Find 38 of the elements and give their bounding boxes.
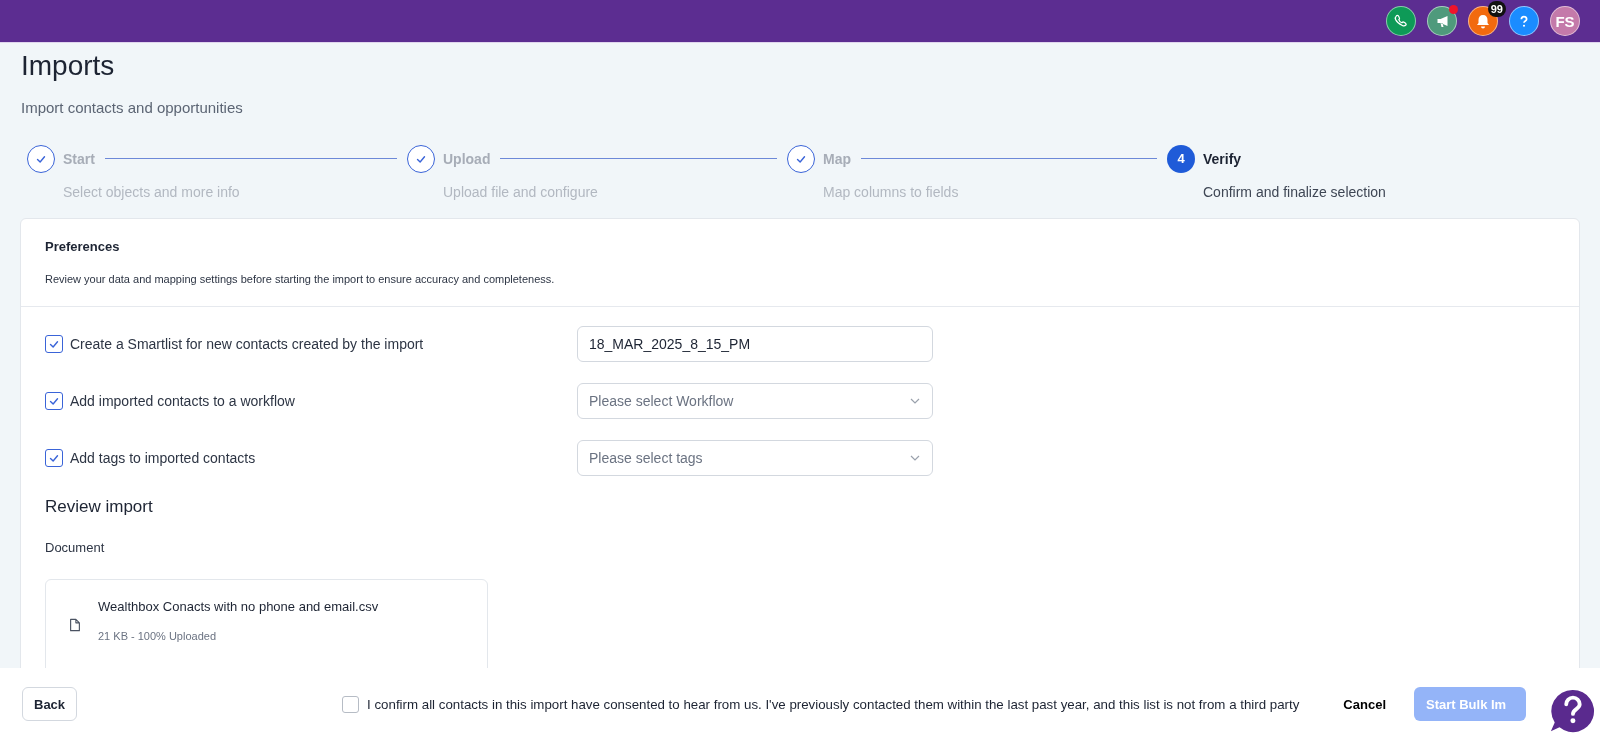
section-title: Preferences	[45, 239, 121, 254]
consent-text: I confirm all contacts in this import have consented to hear from us. I've previously contacted them within the last past year, and this list is not from a third party	[367, 696, 1300, 712]
step-label: Verify	[1203, 150, 1242, 167]
bell-icon	[1475, 13, 1491, 29]
cancel-button[interactable]: Cancel	[1333, 688, 1396, 720]
step-description: Upload file and configure	[443, 183, 599, 200]
topbar-megaphone-button[interactable]	[1427, 6, 1457, 36]
section-title: Review import	[45, 497, 154, 517]
avatar-button[interactable]: FS	[1550, 6, 1580, 36]
phone-icon	[1393, 13, 1409, 29]
file-meta: 21 KB - 100% Uploaded	[98, 630, 218, 642]
section-description: Review your data and mapping settings before starting the import to ensure accuracy and completeness.	[45, 273, 556, 285]
step-description: Map columns to fields	[823, 183, 960, 200]
checkbox[interactable]	[342, 695, 360, 713]
step-label: Upload	[443, 150, 491, 167]
file-icon	[68, 617, 82, 633]
page-title: Imports	[21, 49, 116, 83]
step-description: Confirm and finalize selection	[1203, 183, 1387, 200]
page-subtitle: Import contacts and opportunities	[21, 99, 244, 116]
field-label: Document	[45, 540, 106, 555]
step-label: Map	[823, 150, 851, 167]
checkbox[interactable]	[45, 449, 63, 467]
topbar-help-button[interactable]	[1509, 6, 1539, 36]
select-field[interactable]: Please select Workflow	[577, 383, 933, 419]
step-description: Select objects and more info	[63, 183, 241, 200]
option-label: Add tags to imported contacts	[70, 450, 257, 466]
step-indicator: 4	[1167, 144, 1195, 173]
input-field[interactable]: 18_MAR_2025_8_15_PM	[577, 326, 933, 362]
back-button[interactable]: Back	[22, 687, 78, 721]
count-badge: 99	[1487, 1, 1506, 17]
checkbox[interactable]	[45, 335, 63, 353]
checkbox[interactable]	[45, 392, 63, 410]
file-name: Wealthbox Conacts with no phone and email.csv	[98, 599, 379, 614]
step-label: Start	[63, 150, 95, 167]
option-label: Create a Smartlist for new contacts created by the import	[70, 336, 425, 352]
select-field[interactable]: Please select tags	[577, 440, 933, 476]
topbar-phone-button[interactable]	[1386, 6, 1416, 36]
option-label: Add imported contacts to a workflow	[70, 393, 296, 409]
